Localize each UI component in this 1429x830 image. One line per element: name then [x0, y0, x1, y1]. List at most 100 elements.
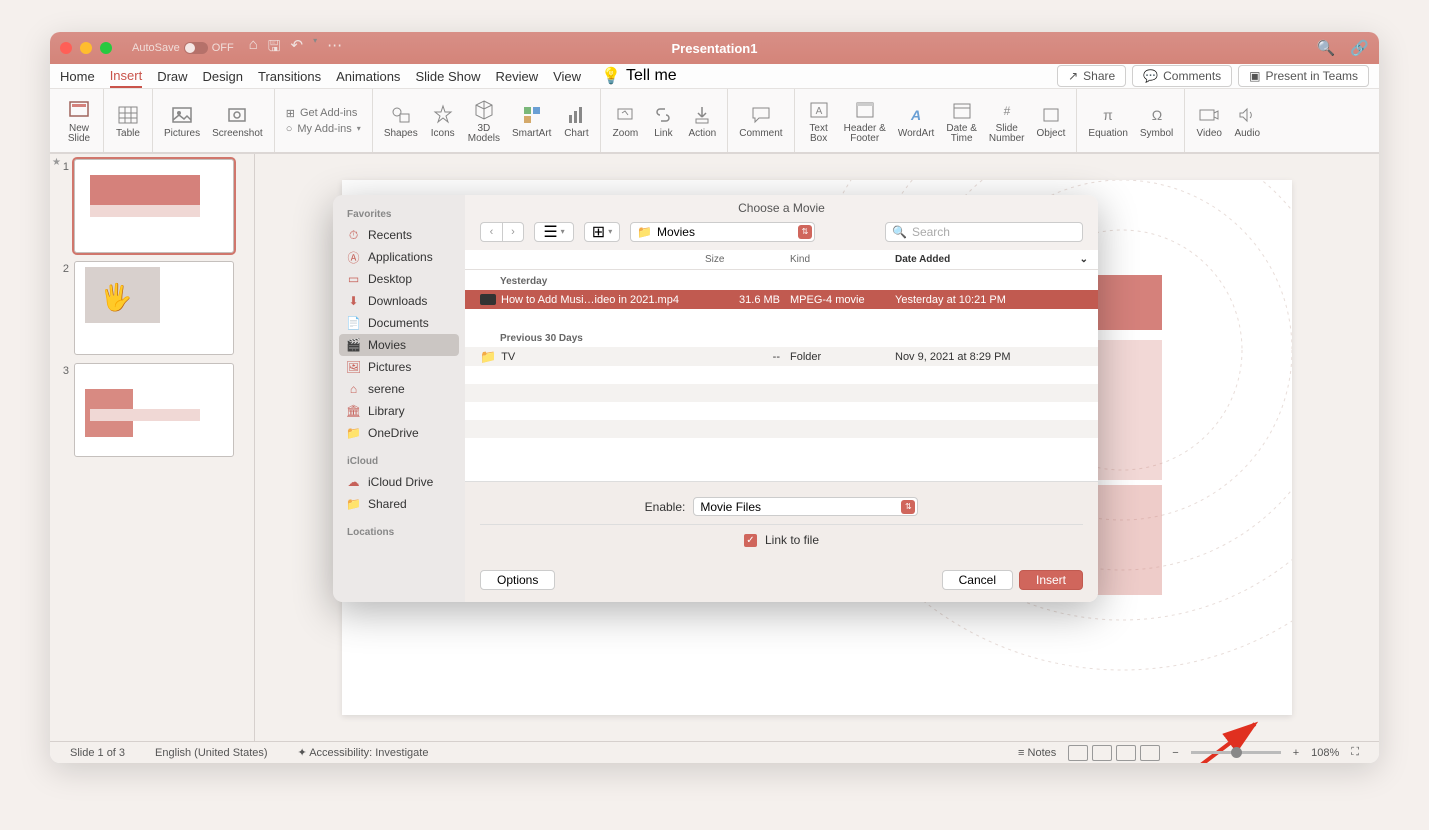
sidebar-item-shared[interactable]: 📁Shared [333, 493, 465, 515]
folder-row[interactable]: 📁TV -- Folder Nov 9, 2021 at 8:29 PM [465, 347, 1098, 366]
normal-view-icon[interactable] [1068, 745, 1088, 761]
insert-button[interactable]: Insert [1019, 570, 1083, 590]
search-input[interactable]: 🔍 Search [885, 222, 1083, 242]
maximize-window-button[interactable] [100, 42, 112, 54]
slidenumber-button[interactable]: #Slide Number [983, 93, 1031, 149]
sidebar-item-applications[interactable]: ⒶApplications [333, 246, 465, 268]
shapes-button[interactable]: Shapes [378, 93, 424, 149]
home-icon[interactable]: ⌂ [249, 36, 258, 61]
file-row-selected[interactable]: How to Add Musi…ideo in 2021.mp4 31.6 MB… [465, 290, 1098, 309]
slide-thumbnail-3[interactable]: 3 [55, 363, 249, 457]
col-size-header[interactable]: Size [705, 254, 790, 265]
3d-models-button[interactable]: 3D Models [462, 93, 506, 149]
notes-button[interactable]: ≡ Notes [1018, 747, 1056, 759]
statusbar: Slide 1 of 3 English (United States) ✦ A… [50, 741, 1379, 763]
wordart-button[interactable]: AWordArt [892, 93, 941, 149]
tab-design[interactable]: Design [203, 66, 243, 87]
screenshot-icon [224, 102, 250, 128]
sidebar-item-desktop[interactable]: ▭Desktop [333, 268, 465, 290]
slide-thumbnail-1[interactable]: 1 [55, 159, 249, 253]
tell-me-search[interactable]: 💡 Tell me [601, 66, 677, 86]
list-view-button[interactable]: ☰▾ [534, 222, 574, 242]
grid-view-button[interactable]: ⊞▾ [584, 222, 620, 242]
sidebar-item-icloud-drive[interactable]: ☁iCloud Drive [333, 471, 465, 493]
zoom-in-button[interactable]: + [1293, 747, 1299, 759]
favorites-label: Favorites [333, 205, 465, 224]
fit-window-icon[interactable]: ⛶ [1351, 746, 1359, 759]
comments-button[interactable]: 💬Comments [1132, 65, 1232, 87]
accessibility-indicator[interactable]: ✦ Accessibility: Investigate [298, 746, 429, 759]
sidebar-item-onedrive[interactable]: 📁OneDrive [333, 422, 465, 444]
video-button[interactable]: Video [1190, 93, 1228, 149]
minimize-window-button[interactable] [80, 42, 92, 54]
col-date-header[interactable]: Date Added ⌄ [890, 254, 1098, 265]
pictures-button[interactable]: Pictures [158, 93, 206, 149]
slideshow-view-icon[interactable] [1140, 745, 1160, 761]
sidebar-item-movies[interactable]: 🎬Movies [339, 334, 459, 356]
tab-view[interactable]: View [553, 66, 581, 87]
autosave-toggle[interactable]: AutoSave OFF [132, 42, 234, 54]
object-button[interactable]: Object [1031, 93, 1072, 149]
insert-ribbon: New Slide Table Pictures Screenshot ⊞Get… [50, 89, 1379, 154]
sorter-view-icon[interactable] [1092, 745, 1112, 761]
link-button[interactable]: Link [644, 93, 682, 149]
col-kind-header[interactable]: Kind [790, 254, 890, 265]
reading-view-icon[interactable] [1116, 745, 1136, 761]
options-button[interactable]: Options [480, 570, 555, 590]
tab-slideshow[interactable]: Slide Show [415, 66, 480, 87]
get-addins-button[interactable]: ⊞Get Add-ins [286, 107, 361, 120]
share-link-icon[interactable]: 🔗 [1350, 39, 1369, 57]
path-selector[interactable]: 📁 Movies ⇅ [630, 222, 815, 242]
textbox-button[interactable]: AText Box [800, 93, 838, 149]
tab-draw[interactable]: Draw [157, 66, 187, 87]
sidebar-item-recents[interactable]: ⏱Recents [333, 224, 465, 246]
table-button[interactable]: Table [109, 93, 147, 149]
share-button[interactable]: ↗Share [1057, 65, 1126, 87]
close-window-button[interactable] [60, 42, 72, 54]
group-prev30: Previous 30 Days [465, 327, 1098, 347]
audio-button[interactable]: Audio [1228, 93, 1266, 149]
header-footer-button[interactable]: Header & Footer [838, 93, 892, 149]
slide-indicator[interactable]: Slide 1 of 3 [70, 747, 125, 759]
comment-button[interactable]: Comment [733, 93, 788, 149]
folder-date: Nov 9, 2021 at 8:29 PM [890, 351, 1098, 363]
symbol-button[interactable]: ΩSymbol [1134, 93, 1179, 149]
sidebar-item-documents[interactable]: 📄Documents [333, 312, 465, 334]
tab-insert[interactable]: Insert [110, 65, 143, 88]
enable-select[interactable]: Movie Files ⇅ [693, 497, 918, 516]
forward-button[interactable]: › [502, 222, 524, 242]
zoom-button[interactable]: Zoom [606, 93, 644, 149]
tab-home[interactable]: Home [60, 66, 95, 87]
zoom-out-button[interactable]: − [1172, 747, 1178, 759]
slide-thumbnail-2[interactable]: 2 🖐 [55, 261, 249, 355]
undo-dropdown-icon[interactable]: ▾ [313, 36, 317, 61]
undo-icon[interactable]: ↶ [291, 36, 304, 61]
movies-icon: 🎬 [347, 339, 360, 352]
sidebar-item-library[interactable]: 🏛Library [333, 400, 465, 422]
smartart-button[interactable]: SmartArt [506, 93, 557, 149]
present-teams-button[interactable]: ▣Present in Teams [1238, 65, 1369, 87]
language-indicator[interactable]: English (United States) [155, 747, 268, 759]
more-icon[interactable]: ⋯ [327, 36, 342, 61]
my-addins-button[interactable]: ○My Add-ins▾ [286, 123, 361, 135]
action-button[interactable]: Action [682, 93, 722, 149]
equation-button[interactable]: πEquation [1082, 93, 1133, 149]
icons-button[interactable]: Icons [424, 93, 462, 149]
tab-transitions[interactable]: Transitions [258, 66, 321, 87]
tab-animations[interactable]: Animations [336, 66, 400, 87]
zoom-level[interactable]: 108% [1311, 747, 1339, 759]
chart-button[interactable]: Chart [557, 93, 595, 149]
new-slide-button[interactable]: New Slide [60, 93, 98, 149]
cancel-button[interactable]: Cancel [942, 570, 1013, 590]
screenshot-button[interactable]: Screenshot [206, 93, 269, 149]
link-to-file-checkbox[interactable]: ✓ [744, 534, 757, 547]
back-button[interactable]: ‹ [480, 222, 502, 242]
search-icon[interactable]: 🔍 [1317, 39, 1336, 57]
datetime-button[interactable]: Date & Time [940, 93, 983, 149]
sidebar-item-pictures[interactable]: 🖼Pictures [333, 356, 465, 378]
zoom-slider[interactable] [1191, 751, 1281, 754]
save-icon[interactable]: 🖫 [268, 36, 281, 61]
sidebar-item-user[interactable]: ⌂serene [333, 378, 465, 400]
sidebar-item-downloads[interactable]: ⬇Downloads [333, 290, 465, 312]
tab-review[interactable]: Review [495, 66, 538, 87]
